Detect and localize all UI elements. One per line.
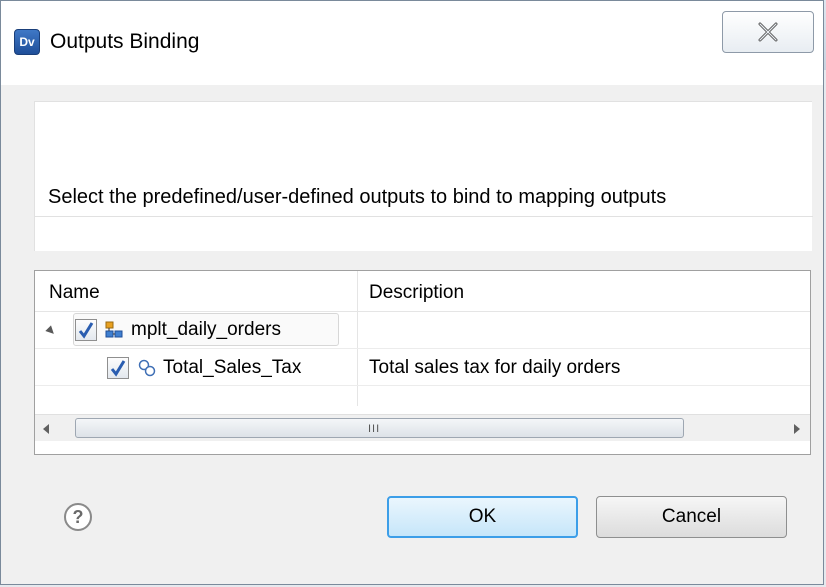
mapplet-icon (105, 321, 123, 338)
dialog-title: Outputs Binding (50, 30, 200, 53)
message-lower-area (35, 217, 812, 251)
checkmark-icon (78, 322, 94, 339)
checkmark-icon (110, 360, 126, 377)
close-icon (758, 22, 778, 42)
collapse-triangle-icon[interactable] (45, 325, 57, 337)
column-header-description[interactable]: Description (369, 271, 464, 311)
ok-button[interactable]: OK (387, 496, 578, 538)
cancel-button[interactable]: Cancel (596, 496, 787, 538)
horizontal-scrollbar[interactable]: III (35, 414, 810, 441)
scrollbar-grip: III (368, 423, 381, 435)
outputs-tree-table: Name Description mplt_daily_orders Total… (34, 270, 811, 455)
instruction-message: Select the predefined/user-defined outpu… (48, 186, 667, 208)
table-row-empty (35, 386, 810, 416)
close-button[interactable] (722, 11, 814, 53)
app-icon: Dv (14, 29, 40, 55)
output-icon (138, 359, 156, 377)
table-row[interactable]: mplt_daily_orders (35, 312, 810, 349)
table-header: Name Description (35, 271, 810, 312)
scroll-left-icon[interactable] (43, 424, 49, 434)
message-panel: Select the predefined/user-defined outpu… (34, 101, 813, 251)
output-name: Total_Sales_Tax (163, 357, 302, 378)
scrollbar-thumb[interactable]: III (75, 418, 684, 438)
title-bar: Dv Outputs Binding (1, 1, 823, 85)
help-button[interactable]: ? (64, 503, 92, 531)
output-description: Total sales tax for daily orders (369, 357, 621, 378)
mapplet-checkbox[interactable] (75, 319, 97, 341)
column-header-name[interactable]: Name (49, 271, 100, 311)
scroll-right-icon[interactable] (794, 424, 800, 434)
mapplet-name: mplt_daily_orders (131, 319, 281, 340)
table-row[interactable]: Total_Sales_Tax Total sales tax for dail… (35, 349, 810, 386)
output-checkbox[interactable] (107, 357, 129, 379)
